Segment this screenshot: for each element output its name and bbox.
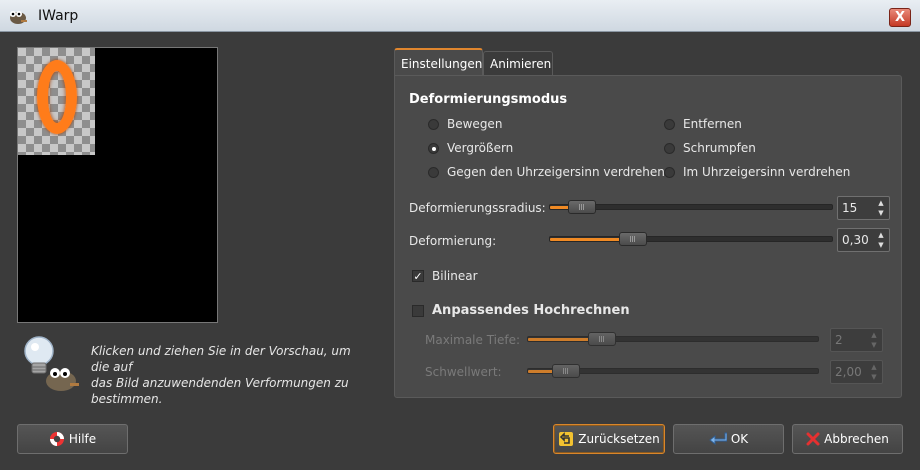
radio-label: Entfernen (683, 117, 742, 131)
max-depth-slider-knob[interactable] (588, 332, 616, 346)
reset-button[interactable]: Zurücksetzen (553, 424, 665, 454)
max-depth-slider-fill (528, 338, 592, 341)
amount-label: Deformierung: (409, 234, 497, 248)
enter-arrow-icon (709, 432, 727, 446)
threshold-label: Schwellwert: (425, 365, 502, 379)
preview-canvas[interactable] (17, 47, 218, 323)
ok-label: OK (730, 432, 749, 446)
help-label: Hilfe (68, 432, 97, 446)
threshold-value: 2,00 (835, 365, 862, 379)
radio-indicator (428, 142, 439, 154)
radio-shrink[interactable]: Schrumpfen (664, 141, 756, 155)
preview-image-ring (37, 60, 77, 134)
ok-button[interactable]: OK (673, 424, 784, 454)
radio-indicator (428, 118, 439, 130)
radio-swirl-cw[interactable]: Im Uhrzeigersinn verdrehen (664, 165, 850, 179)
radio-label: Bewegen (447, 117, 503, 131)
bilinear-checkbox[interactable]: ✓ Bilinear (412, 269, 478, 283)
radio-label: Schrumpfen (683, 141, 756, 155)
spin-down-icon[interactable]: ▼ (875, 240, 887, 250)
cancel-button[interactable]: Abbrechen (792, 424, 903, 454)
spin-up-icon[interactable]: ▲ (868, 330, 880, 340)
spin-up-icon[interactable]: ▲ (875, 230, 887, 240)
radio-indicator (664, 166, 675, 178)
radio-indicator (664, 118, 675, 130)
help-button[interactable]: Hilfe (17, 424, 128, 454)
spin-down-icon[interactable]: ▼ (868, 372, 880, 382)
close-button[interactable]: X (889, 8, 911, 27)
radio-swirl-ccw[interactable]: Gegen den Uhrzeigersinn verdrehen (428, 165, 665, 179)
radius-spinbox[interactable]: 15 ▲ ▼ (837, 196, 890, 220)
bilinear-label: Bilinear (432, 269, 478, 283)
radius-label: Deformierungssradius: (409, 201, 546, 215)
cancel-label: Abbrechen (824, 432, 889, 446)
amount-spinbox[interactable]: 0,30 ▲ ▼ (837, 228, 890, 252)
reset-label: Zurücksetzen (578, 432, 660, 446)
spin-up-icon[interactable]: ▲ (875, 198, 887, 208)
spin-up-icon[interactable]: ▲ (868, 362, 880, 372)
threshold-slider-knob[interactable] (552, 364, 580, 378)
radius-slider[interactable] (549, 200, 833, 214)
settings-panel: Deformierungsmodus Bewegen Entfernen Ver… (394, 75, 902, 398)
amount-slider-knob[interactable] (619, 232, 647, 246)
threshold-slider[interactable] (527, 364, 819, 378)
threshold-spinbox[interactable]: 2,00 ▲ ▼ (830, 360, 883, 384)
max-depth-label: Maximale Tiefe: (425, 333, 521, 347)
max-depth-slider[interactable] (527, 332, 819, 346)
amount-slider[interactable] (549, 232, 833, 246)
radio-grow[interactable]: Vergrößern (428, 141, 513, 155)
spin-down-icon[interactable]: ▼ (868, 340, 880, 350)
hint-text: Klicken und ziehen Sie in der Vorschau, … (91, 344, 351, 406)
radio-label: Vergrößern (447, 141, 514, 155)
reset-icon (559, 432, 574, 446)
radius-value: 15 (842, 201, 858, 215)
radius-slider-knob[interactable] (568, 200, 596, 214)
radio-remove[interactable]: Entfernen (664, 117, 742, 131)
window-title: IWarp (38, 8, 79, 24)
title-bar: IWarp X (0, 0, 920, 32)
spin-down-icon[interactable]: ▼ (875, 208, 887, 218)
checkmark-icon: ✓ (412, 270, 424, 283)
tab-settings[interactable]: Einstellungen (394, 48, 483, 75)
max-depth-value: 2 (835, 333, 843, 347)
deform-mode-title: Deformierungsmodus (409, 92, 568, 107)
checkbox-indicator (412, 304, 424, 317)
radio-label: Gegen den Uhrzeigersinn verdrehen (447, 165, 665, 179)
max-depth-spinbox[interactable]: 2 ▲ ▼ (830, 328, 883, 352)
radio-indicator (664, 142, 675, 154)
supersampling-label: Anpassendes Hochrechnen (432, 303, 630, 318)
cancel-x-icon (806, 432, 820, 446)
supersampling-checkbox[interactable]: Anpassendes Hochrechnen (412, 303, 630, 318)
amount-slider-fill (550, 238, 623, 241)
lifebuoy-icon (49, 432, 64, 446)
gimp-icon (10, 11, 27, 24)
radio-move[interactable]: Bewegen (428, 117, 502, 131)
tab-animate[interactable]: Animieren (483, 51, 553, 75)
close-icon: X (894, 10, 906, 25)
radio-indicator (428, 166, 439, 178)
amount-value: 0,30 (842, 233, 869, 247)
radio-label: Im Uhrzeigersinn verdrehen (683, 165, 851, 179)
lightbulb-wilber-icon (24, 336, 79, 391)
